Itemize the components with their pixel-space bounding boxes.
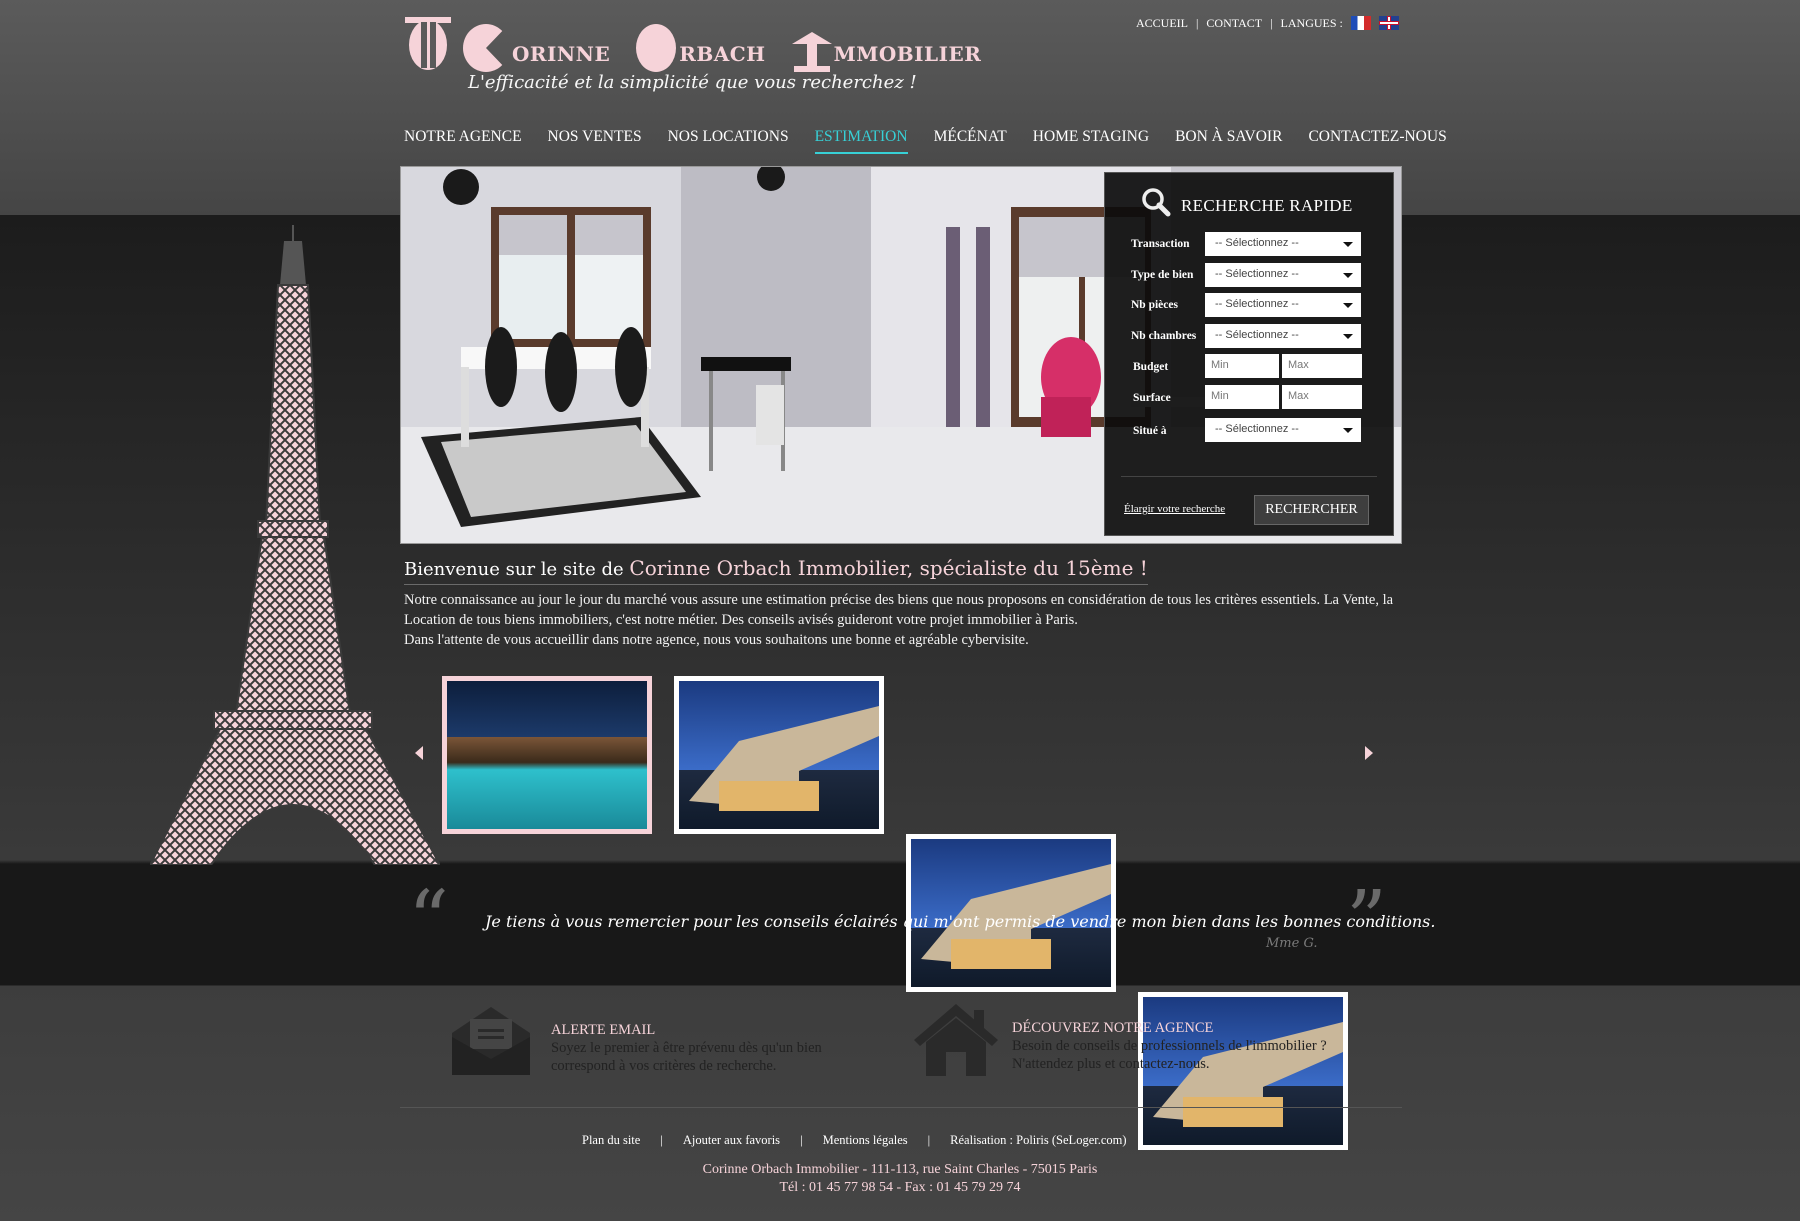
alert-email-text: Soyez le premier à être prévenu dès qu'u…: [551, 1040, 822, 1074]
logo-word-corinne: ORINNE: [463, 24, 610, 72]
agency-block[interactable]: DÉCOUVREZ NOTRE AGENCE Besoin de conseil…: [1012, 1020, 1332, 1073]
search-title: RECHERCHE RAPIDE: [1181, 196, 1353, 215]
nb-pieces-select[interactable]: -- Sélectionnez --: [1205, 293, 1361, 317]
footer-links: Plan du site | Ajouter aux favoris | Men…: [582, 1133, 1127, 1148]
logo-initial-o: [636, 24, 677, 72]
search-button[interactable]: RECHERCHER: [1254, 495, 1369, 525]
label-nb-chambres: Nb chambres: [1131, 330, 1197, 342]
situe-select[interactable]: -- Sélectionnez --: [1205, 418, 1361, 442]
nav-contactez-nous[interactable]: CONTACTEZ-NOUS: [1308, 128, 1446, 154]
close-quote-icon: ”: [1346, 873, 1387, 966]
welcome-text: Notre connaissance au jour le jour du ma…: [404, 590, 1404, 650]
separator: |: [927, 1133, 931, 1147]
link-realisation[interactable]: Réalisation : Poliris (SeLoger.com): [950, 1133, 1126, 1148]
welcome-highlight: Corinne Orbach Immobilier, spécialiste d…: [629, 556, 1148, 580]
agency-title: DÉCOUVREZ NOTRE AGENCE: [1012, 1020, 1214, 1036]
carousel-next-arrow-icon[interactable]: [1365, 746, 1373, 760]
link-plan-du-site[interactable]: Plan du site: [582, 1133, 640, 1148]
nav-nos-locations[interactable]: NOS LOCATIONS: [668, 128, 789, 154]
separator: |: [1196, 16, 1199, 30]
french-flag-icon[interactable]: [1350, 16, 1371, 30]
top-links: ACCUEIL | CONTACT | LANGUES :: [1136, 16, 1399, 31]
label-surface: Surface: [1133, 392, 1171, 404]
label-transaction: Transaction: [1131, 238, 1190, 250]
slogan: L'efficacité et la simplicité que vous r…: [468, 72, 917, 93]
logo-initial-i: [791, 32, 832, 72]
budget-max-input[interactable]: Max: [1282, 354, 1362, 378]
alert-email-block[interactable]: ALERTE EMAIL Soyez le premier à être pré…: [551, 1022, 871, 1075]
carousel-prev-arrow-icon[interactable]: [415, 746, 423, 760]
footer-divider: [400, 1107, 1402, 1108]
nav-home-staging[interactable]: HOME STAGING: [1033, 128, 1149, 154]
logo-initial-c: [463, 24, 509, 72]
alert-email-title: ALERTE EMAIL: [551, 1022, 656, 1038]
label-budget: Budget: [1133, 361, 1169, 373]
nav-nos-ventes[interactable]: NOS VENTES: [548, 128, 642, 154]
testimonial-text: Je tiens à vous remercier pour les conse…: [485, 912, 1436, 931]
widen-search-link[interactable]: Élargir votre recherche: [1124, 503, 1225, 515]
welcome-paragraph: Notre connaissance au jour le jour du ma…: [404, 592, 1394, 628]
main-nav: NOTRE AGENCE NOS VENTES NOS LOCATIONS ES…: [404, 128, 1447, 154]
footer-address: Corinne Orbach Immobilier - 111-113, rue…: [702, 1162, 1098, 1177]
transaction-select[interactable]: -- Sélectionnez --: [1205, 232, 1361, 256]
nav-estimation[interactable]: ESTIMATION: [814, 128, 908, 154]
nb-chambres-select[interactable]: -- Sélectionnez --: [1205, 324, 1361, 348]
carousel-thumb[interactable]: [442, 676, 652, 834]
welcome-paragraph: Dans l'attente de vous accueillir dans n…: [404, 632, 1029, 648]
label-situe: Situé à: [1133, 425, 1167, 437]
carousel-thumb[interactable]: [674, 676, 884, 834]
budget-min-input[interactable]: Min: [1205, 354, 1279, 378]
surface-max-input[interactable]: Max: [1282, 385, 1362, 409]
testimonial-author: Mme G.: [1266, 936, 1318, 951]
link-ajouter-favoris[interactable]: Ajouter aux favoris: [683, 1133, 780, 1148]
eiffel-tower-illustration: [150, 225, 440, 865]
hero-banner: RECHERCHE RAPIDE Transaction -- Sélectio…: [400, 166, 1402, 544]
link-contact[interactable]: CONTACT: [1206, 16, 1262, 31]
envelope-icon: [452, 1007, 530, 1075]
logo-word-orbach: RBACH: [636, 24, 765, 72]
surface-min-input[interactable]: Min: [1205, 385, 1279, 409]
separator: |: [1270, 16, 1273, 30]
open-quote-icon: “: [408, 873, 449, 966]
divider: [1121, 476, 1377, 477]
search-icon: [1142, 188, 1171, 217]
logo-word-immobilier: MMOBILIER: [791, 32, 982, 72]
house-icon: [914, 1004, 998, 1076]
languages-label: LANGUES :: [1280, 16, 1343, 30]
type-bien-select[interactable]: -- Sélectionnez --: [1205, 263, 1361, 287]
uk-flag-icon[interactable]: [1378, 16, 1399, 30]
nav-mecenat[interactable]: MÉCÉNAT: [934, 128, 1007, 154]
brand-logo[interactable]: ORINNE RBACH MMOBILIER: [403, 10, 1007, 72]
link-accueil[interactable]: ACCUEIL: [1136, 16, 1188, 31]
label-type-bien: Type de bien: [1131, 269, 1194, 281]
quick-search-panel: RECHERCHE RAPIDE Transaction -- Sélectio…: [1104, 172, 1394, 536]
link-mentions-legales[interactable]: Mentions légales: [823, 1133, 908, 1148]
footer-phone: Tél : 01 45 77 98 54 - Fax : 01 45 79 29…: [779, 1180, 1021, 1195]
welcome-title: Bienvenue sur le site de Corinne Orbach …: [404, 556, 1148, 585]
separator: |: [660, 1133, 663, 1147]
nav-notre-agence[interactable]: NOTRE AGENCE: [404, 128, 522, 154]
label-nb-pieces: Nb pièces: [1131, 299, 1178, 311]
agency-text: Besoin de conseils de professionnels de …: [1012, 1038, 1327, 1072]
logo-emblem: [403, 14, 453, 72]
nav-bon-a-savoir[interactable]: BON À SAVOIR: [1175, 128, 1282, 154]
separator: |: [800, 1133, 803, 1147]
welcome-prefix: Bienvenue sur le site de: [404, 559, 624, 580]
